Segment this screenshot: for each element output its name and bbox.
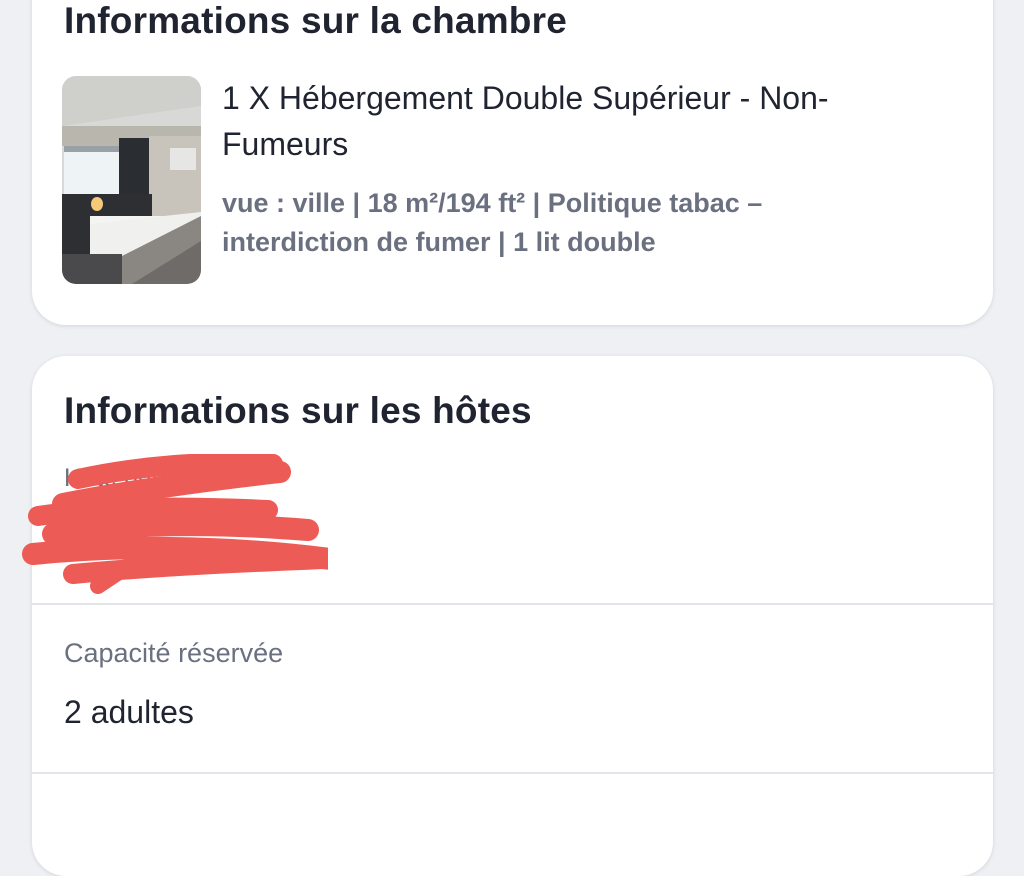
redaction-scribble — [22, 454, 328, 594]
capacity-value: 2 adultes — [64, 694, 194, 730]
room-section-title: Informations sur la chambre — [64, 0, 567, 41]
room-details: vue : ville | 18 m²/194 ft² | Politique … — [222, 188, 763, 257]
room-photo[interactable] — [62, 76, 201, 284]
room-photo-image — [62, 76, 201, 284]
room-info-card: Informations sur la chambre 1 X Hébergem… — [32, 0, 993, 325]
capacity-label: Capacité réservée — [64, 638, 284, 668]
section-divider — [32, 772, 993, 774]
guests-section-title: Informations sur les hôtes — [64, 390, 532, 431]
section-divider — [32, 603, 993, 605]
room-name: 1 X Hébergement Double Supérieur - Non-F… — [222, 80, 829, 162]
guests-info-card: Informations sur les hôtes Hôte principa… — [22, 356, 993, 876]
